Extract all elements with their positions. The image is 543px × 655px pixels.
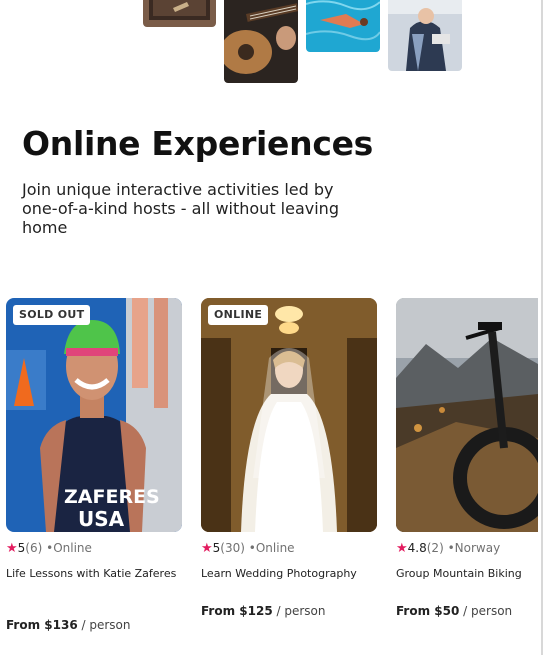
price-amount: From $50 xyxy=(396,604,460,618)
rating-count: (2) xyxy=(426,541,444,555)
experience-card[interactable]: ONLINE ★5(30) •Online Learn Wedding Phot… xyxy=(201,298,377,618)
experience-price: From $125 / person xyxy=(201,604,326,618)
star-icon: ★ xyxy=(6,541,18,556)
price-unit: / person xyxy=(463,604,513,618)
price-amount: From $125 xyxy=(201,604,273,618)
jersey-text-country: USA xyxy=(78,507,125,531)
price-unit: / person xyxy=(81,618,131,632)
status-badge: SOLD OUT xyxy=(13,305,91,325)
rating-score: 4.8 xyxy=(407,541,427,555)
hero-image-3[interactable] xyxy=(306,0,380,52)
experience-title[interactable]: Group Mountain Biking xyxy=(396,567,543,581)
status-badge: ONLINE xyxy=(208,305,269,325)
page-subtitle: Join unique interactive activities led b… xyxy=(22,180,339,237)
experience-photo-bike[interactable] xyxy=(396,298,538,532)
experience-price: From $136 / person xyxy=(6,618,131,632)
rating: ★5(6) •Online xyxy=(6,541,92,556)
experience-location: •Online xyxy=(46,541,92,555)
experience-title[interactable]: Life Lessons with Katie Zaferes xyxy=(6,567,182,581)
rating-count: (30) xyxy=(220,541,245,555)
price-unit: / person xyxy=(276,604,326,618)
jersey-text-name: ZAFERES xyxy=(64,486,160,508)
rating: ★4.8(2) •Norway xyxy=(396,541,500,556)
hero-image-2[interactable] xyxy=(224,0,298,83)
price-amount: From $136 xyxy=(6,618,78,632)
page-title: Online Experiences xyxy=(22,124,374,163)
rating: ★5(30) •Online xyxy=(201,541,295,556)
experience-card[interactable]: ZAFERES USA SOLD OUT ★5(6) •Online Life … xyxy=(6,298,182,632)
star-icon: ★ xyxy=(201,541,213,556)
experience-location: •Norway xyxy=(447,541,501,555)
experience-photo-bride[interactable]: ONLINE xyxy=(201,298,377,532)
hero-image-1[interactable] xyxy=(143,0,216,27)
experience-card[interactable]: ★4.8(2) •Norway Group Mountain Biking Fr… xyxy=(396,298,543,618)
experience-photo-triathlete[interactable]: ZAFERES USA SOLD OUT xyxy=(6,298,182,532)
hero-image-4[interactable] xyxy=(388,0,462,71)
experience-title[interactable]: Learn Wedding Photography xyxy=(201,567,377,581)
experience-price: From $50 / person xyxy=(396,604,512,618)
experience-location: •Online xyxy=(248,541,295,555)
rating-count: (6) xyxy=(25,541,43,555)
star-icon: ★ xyxy=(396,541,408,556)
